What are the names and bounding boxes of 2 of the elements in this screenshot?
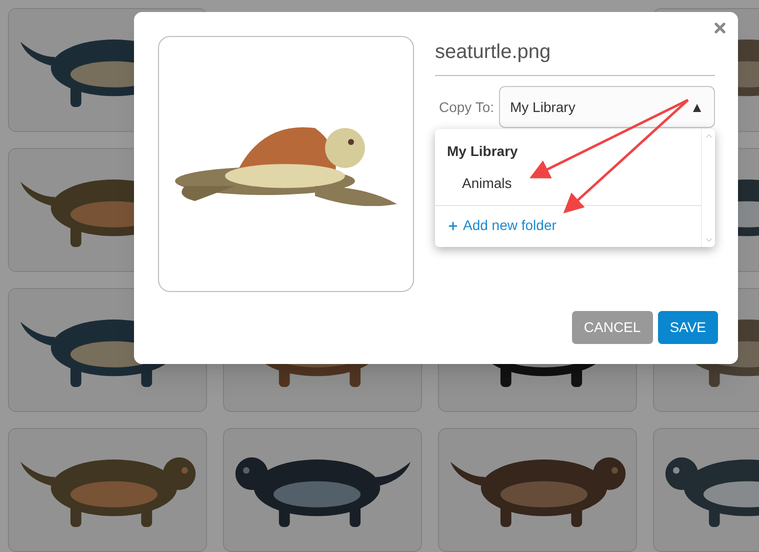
copy-to-label: Copy To: — [438, 98, 495, 117]
file-name: seaturtle.png — [435, 41, 551, 63]
